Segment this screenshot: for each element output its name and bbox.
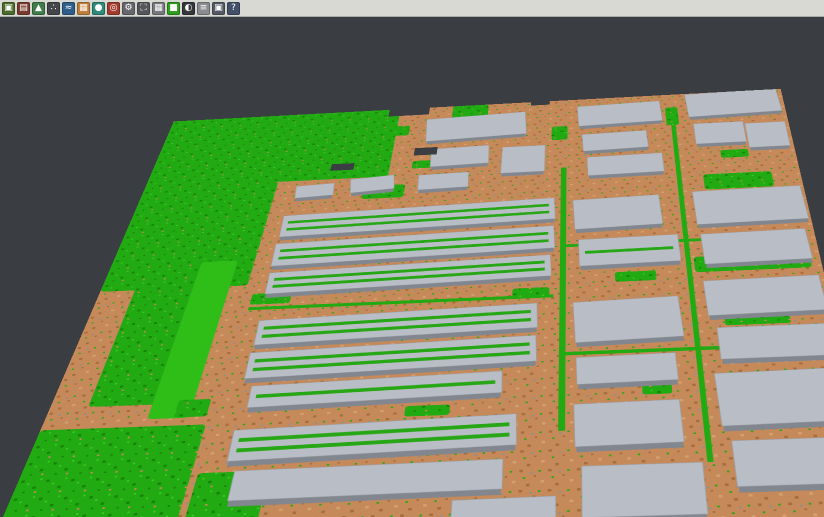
building	[574, 399, 685, 452]
shrub-patch	[665, 107, 679, 125]
point-cloud-icon[interactable]: ∴	[47, 2, 60, 15]
building-roof	[692, 185, 808, 224]
open-project-icon[interactable]: ▣	[2, 2, 15, 15]
building-roof	[574, 399, 684, 446]
shrub-patch	[173, 399, 211, 418]
building	[579, 234, 682, 270]
building	[573, 296, 685, 347]
application-window: ▣▤▲∴≈▦●◎⚙⛶▦■◐≡▣?	[0, 0, 824, 517]
building	[500, 145, 545, 176]
building-roof	[573, 195, 663, 230]
building	[732, 436, 824, 492]
building-roof	[576, 353, 678, 385]
building-roof	[703, 275, 824, 316]
building	[717, 323, 824, 364]
grid-icon[interactable]: ▦	[152, 2, 165, 15]
shrub-patch	[720, 149, 749, 158]
building	[587, 153, 665, 179]
building-roof	[714, 367, 824, 426]
data-gap	[330, 163, 354, 171]
layers-icon[interactable]: ≡	[197, 2, 210, 15]
shrub-patch	[412, 160, 433, 169]
classification-icon[interactable]: ●	[92, 2, 105, 15]
shrub-patch	[404, 405, 450, 417]
shrub-patch	[615, 270, 657, 281]
building	[573, 195, 663, 234]
shrub-patch	[383, 126, 410, 137]
building	[430, 145, 489, 170]
terrain-icon[interactable]: ▲	[32, 2, 45, 15]
shrub-patch	[552, 126, 568, 140]
building-roof	[693, 121, 746, 144]
settings-icon[interactable]: ⚙	[122, 2, 135, 15]
point-cloud-plane	[0, 89, 824, 517]
building-roof	[701, 228, 813, 264]
data-gap	[414, 147, 438, 155]
camera-icon[interactable]: ▣	[212, 2, 225, 15]
vegetation-icon[interactable]: ■	[167, 2, 180, 15]
globe-icon[interactable]: ◐	[182, 2, 195, 15]
building	[714, 367, 824, 431]
building	[582, 462, 709, 517]
orthophoto-icon[interactable]: ▦	[77, 2, 90, 15]
measure-icon[interactable]: ◎	[107, 2, 120, 15]
building	[692, 185, 809, 228]
help-icon[interactable]: ?	[227, 2, 240, 15]
3d-viewport[interactable]	[0, 18, 824, 517]
building-roof	[732, 436, 824, 486]
building-roof	[501, 145, 546, 173]
building	[745, 121, 791, 150]
building-roof	[717, 323, 824, 359]
building	[703, 275, 824, 320]
profile-icon[interactable]: ≈	[62, 2, 75, 15]
main-toolbar: ▣▤▲∴≈▦●◎⚙⛶▦■◐≡▣?	[0, 0, 824, 17]
building	[576, 353, 679, 390]
building	[701, 228, 814, 268]
building	[693, 121, 747, 147]
save-icon[interactable]: ▤	[17, 2, 30, 15]
point-cloud-scene	[0, 89, 824, 517]
shrub-patch	[321, 138, 345, 147]
shrub-patch	[512, 287, 549, 297]
building-roof	[582, 462, 708, 517]
building	[417, 172, 468, 193]
vegetation-patch	[0, 424, 206, 517]
building-roof	[745, 121, 790, 147]
zoom-extent-icon[interactable]: ⛶	[137, 2, 150, 15]
building-roof	[573, 296, 684, 343]
